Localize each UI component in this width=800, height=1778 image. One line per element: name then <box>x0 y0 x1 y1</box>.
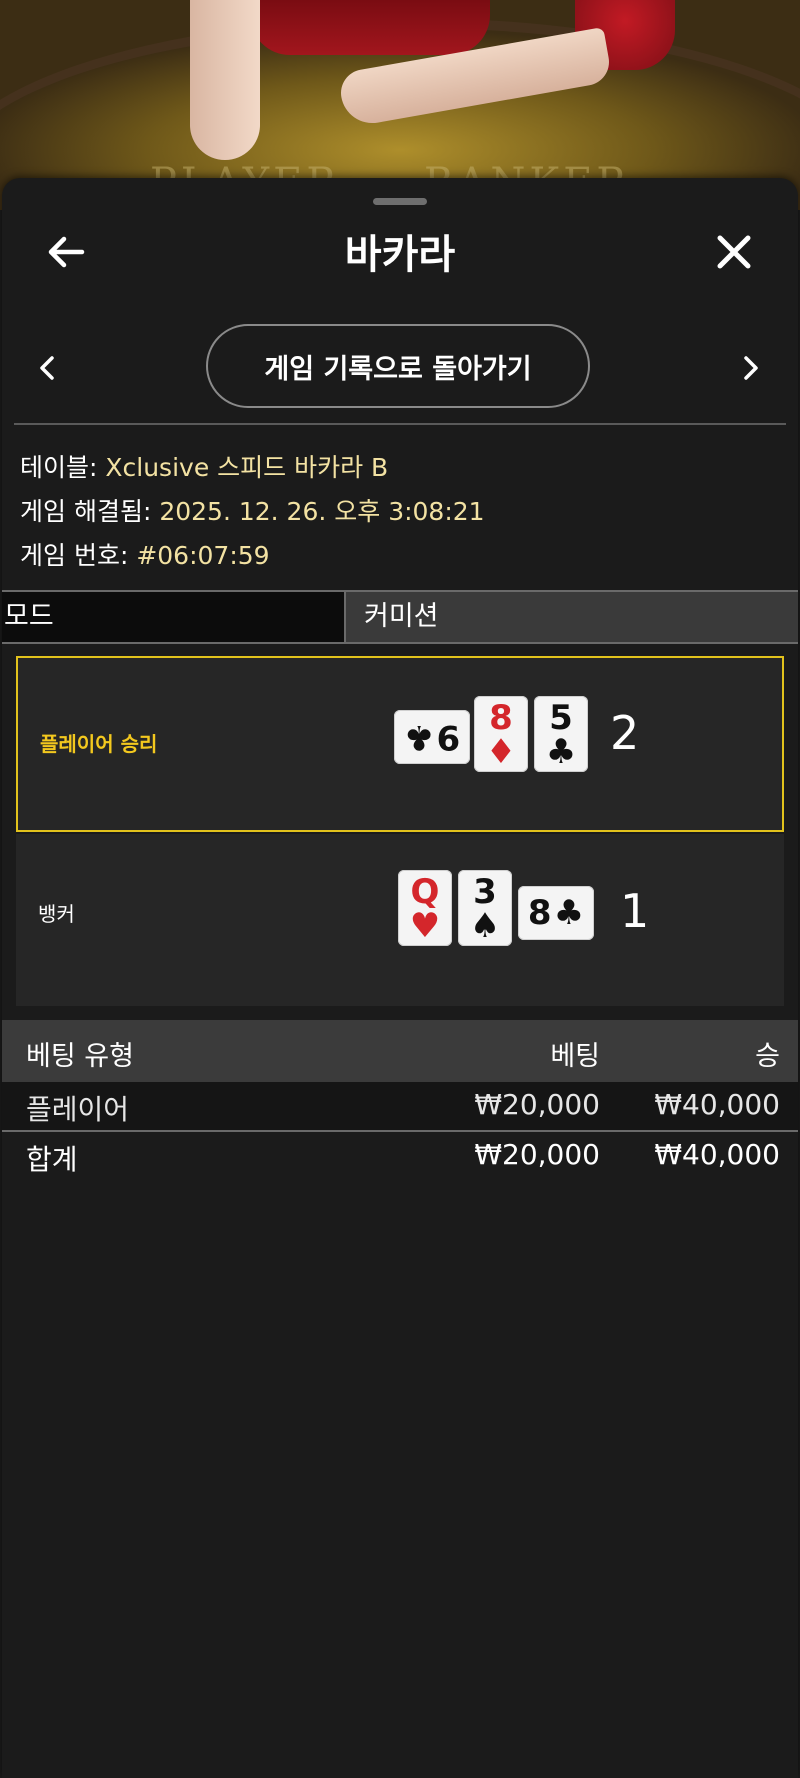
player-card-3: 5 ♣ <box>534 696 588 772</box>
banker-card-2: 3 ♠ <box>458 870 512 946</box>
game-number-info: 게임 번호: #06:07:59 <box>20 536 270 572</box>
column-win: 승 <box>755 1041 780 1072</box>
drag-handle[interactable] <box>373 198 427 205</box>
total-row: 합계 ₩20,000 ₩40,000 <box>2 1132 798 1180</box>
total-win: ₩40,000 <box>654 1138 780 1171</box>
win-amount-cell: ₩40,000 <box>654 1088 780 1121</box>
game-number-label: 게임 번호: <box>20 541 129 570</box>
card-rank: 8 <box>527 893 552 933</box>
chevron-right-icon[interactable] <box>734 350 766 386</box>
mode-row: 모드 커미션 <box>2 590 798 644</box>
player-score: 2 <box>610 706 640 760</box>
banker-card-1: Q ♥ <box>398 870 452 946</box>
chevron-left-icon[interactable] <box>32 350 64 386</box>
club-icon: ♣ <box>403 717 435 757</box>
resolved-label: 게임 해결됨: <box>20 497 152 526</box>
divider <box>14 423 786 425</box>
close-icon[interactable] <box>710 228 758 276</box>
club-icon: ♣ <box>545 732 577 772</box>
player-card-1: 9 ♣ <box>394 710 470 764</box>
banker-card-3: 8 ♣ <box>518 886 594 940</box>
card-rank: 8 <box>489 698 513 738</box>
bets-table-header: 베팅 유형 베팅 승 <box>2 1020 798 1082</box>
table-value: Xclusive 스피드 바카라 B <box>105 453 389 482</box>
diamond-icon: ♦ <box>485 732 517 772</box>
game-detail-sheet: 바카라 게임 기록으로 돌아가기 테이블: Xclusive 스피드 바카라 B… <box>2 178 798 1778</box>
total-bet: ₩20,000 <box>474 1138 600 1171</box>
table-row: 플레이어 ₩20,000 ₩40,000 <box>2 1082 798 1132</box>
card-rank: 5 <box>549 698 573 738</box>
column-bet-type: 베팅 유형 <box>26 1041 134 1072</box>
banker-label: 뱅커 <box>38 902 75 926</box>
mode-label: 모드 <box>2 592 346 642</box>
banker-score: 1 <box>620 884 650 938</box>
spade-icon: ♠ <box>469 906 501 946</box>
card-rank: Q <box>410 872 440 912</box>
game-number-value: #06:07:59 <box>136 541 270 570</box>
table-label: 테이블: <box>20 453 98 482</box>
resolved-info: 게임 해결됨: 2025. 12. 26. 오후 3:08:21 <box>20 492 485 528</box>
column-bet: 베팅 <box>550 1041 600 1072</box>
bet-type-cell: 플레이어 <box>26 1093 130 1126</box>
player-result-label: 플레이어 승리 <box>40 732 158 756</box>
player-hand: 플레이어 승리 9 ♣ 8 ♦ 5 ♣ 2 <box>16 656 784 832</box>
table-info: 테이블: Xclusive 스피드 바카라 B <box>20 448 388 484</box>
heart-icon: ♥ <box>409 906 441 946</box>
page-title: 바카라 <box>344 232 456 278</box>
card-rank: 3 <box>473 872 497 912</box>
mode-value: 커미션 <box>364 601 439 632</box>
back-to-history-button[interactable]: 게임 기록으로 돌아가기 <box>206 324 590 408</box>
card-rank: 9 <box>436 717 461 757</box>
bet-amount-cell: ₩20,000 <box>474 1088 600 1121</box>
dealer-dress <box>250 0 490 55</box>
banker-hand: 뱅커 Q ♥ 3 ♠ 8 ♣ 1 <box>16 834 784 1006</box>
total-label: 합계 <box>26 1143 78 1176</box>
club-icon: ♣ <box>553 893 585 933</box>
player-card-2: 8 ♦ <box>474 696 528 772</box>
dealer-hand-left <box>190 0 260 160</box>
resolved-value: 2025. 12. 26. 오후 3:08:21 <box>159 497 485 526</box>
